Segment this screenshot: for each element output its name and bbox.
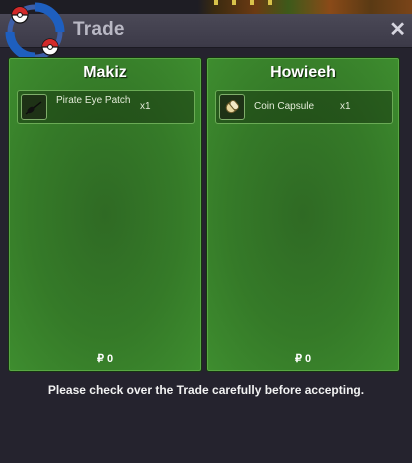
money-offer: ₽0 [9,352,201,365]
trade-item-slot[interactable]: Coin Capsule x1 [215,90,393,124]
money-amount: 0 [304,353,312,365]
trade-window: Trade ✕ Makiz Pirate Eye Patch x1 ₽ 0 Ho… [0,2,412,463]
trader-panel-left: Makiz Pirate Eye Patch x1 ₽0 [8,57,202,372]
item-quantity: x1 [140,101,151,112]
trader-name: Makiz [83,64,127,81]
currency-symbol: ₽ [294,353,302,365]
item-name: Coin Capsule [254,101,315,112]
trader-panel-right: Howieeh Coin Capsule x1 ₽0 [206,57,400,372]
trade-item-slot[interactable]: Pirate Eye Patch x1 [17,90,195,124]
eye-patch-icon [21,94,47,120]
item-quantity: x1 [340,101,351,112]
item-name: Pirate Eye Patch [56,95,131,106]
trader-name: Howieeh [270,64,336,81]
close-button[interactable]: ✕ [389,18,406,42]
money-amount: 0 [106,353,114,365]
pokeball-logo-icon [5,2,65,62]
currency-symbol: ₽ [96,353,104,365]
window-title: Trade [73,19,125,40]
coin-capsule-icon [219,94,245,120]
trade-notice: Please check over the Trade carefully be… [47,383,365,397]
money-offer: ₽0 [207,352,399,365]
